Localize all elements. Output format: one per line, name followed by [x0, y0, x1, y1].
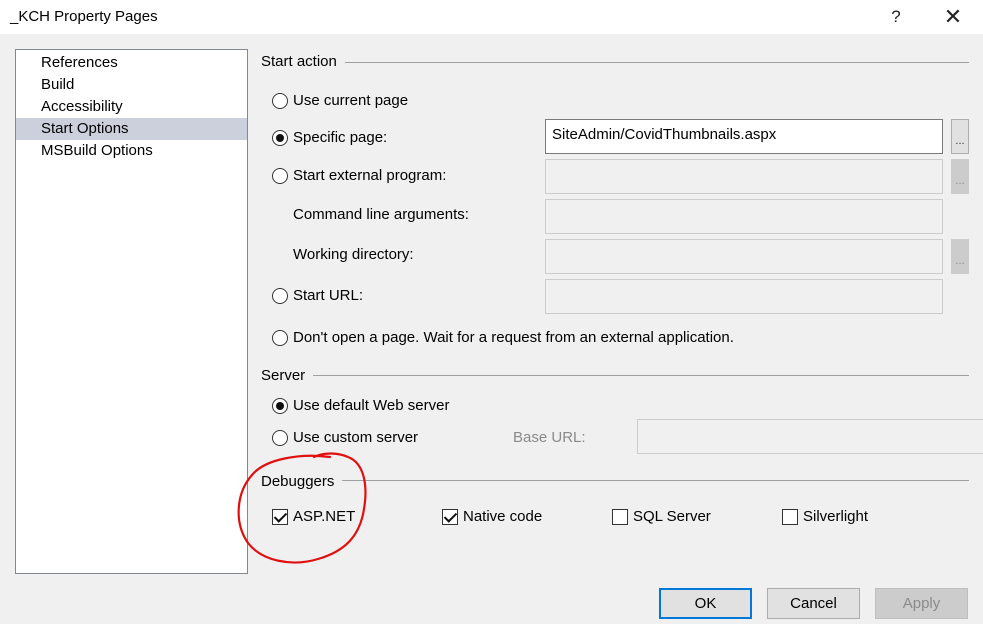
radio-circle[interactable]	[272, 167, 288, 184]
ok-button[interactable]: OK	[659, 588, 752, 619]
checkbox-label: Native code	[463, 508, 543, 525]
nav-item-build[interactable]: Build	[16, 74, 247, 96]
radio-label: Start URL:	[293, 287, 364, 304]
radio-start-external-program[interactable]: Start external program:	[272, 167, 446, 184]
nav-item-msbuild-options[interactable]: MSBuild Options	[16, 140, 247, 162]
start-action-divider	[340, 62, 969, 63]
specific-page-field[interactable]: SiteAdmin/CovidThumbnails.aspx	[545, 119, 943, 154]
checkbox-unchecked[interactable]	[612, 508, 628, 525]
base-url-field	[637, 419, 983, 454]
radio-label: Use current page	[293, 92, 409, 109]
apply-button: Apply	[875, 588, 968, 619]
checkbox-label: ASP.NET	[293, 508, 356, 525]
radio-label: Don't open a page. Wait for a request fr…	[293, 329, 734, 346]
nav-item-start-options[interactable]: Start Options	[16, 118, 247, 140]
category-list[interactable]: References Build Accessibility Start Opt…	[15, 49, 248, 574]
external-program-field	[545, 159, 943, 194]
radio-dont-open-page[interactable]: Don't open a page. Wait for a request fr…	[272, 329, 734, 346]
checkbox-label: SQL Server	[633, 508, 711, 525]
checkbox-label: Silverlight	[803, 508, 869, 525]
close-icon: ✕	[943, 4, 963, 29]
specific-page-browse-button[interactable]: ...	[951, 119, 969, 154]
radio-label: Specific page:	[293, 129, 388, 146]
radio-label: Start external program:	[293, 167, 447, 184]
radio-label: Use custom server	[293, 429, 419, 446]
close-button[interactable]: ✕	[930, 0, 976, 34]
radio-start-url[interactable]: Start URL:	[272, 287, 363, 304]
checkbox-checked[interactable]	[442, 508, 458, 525]
checkbox-silverlight[interactable]: Silverlight	[782, 508, 868, 525]
nav-item-accessibility[interactable]: Accessibility	[16, 96, 247, 118]
radio-circle-selected[interactable]	[272, 397, 288, 414]
radio-circle[interactable]	[272, 287, 288, 304]
radio-use-current-page[interactable]: Use current page	[272, 92, 408, 109]
radio-circle[interactable]	[272, 329, 288, 346]
debuggers-divider	[342, 480, 969, 481]
base-url-label: Base URL:	[513, 429, 586, 446]
checkbox-unchecked[interactable]	[782, 508, 798, 525]
radio-specific-page[interactable]: Specific page:	[272, 129, 387, 146]
external-program-browse-button: ...	[951, 159, 969, 194]
cancel-button[interactable]: Cancel	[767, 588, 860, 619]
working-directory-label: Working directory:	[293, 246, 414, 263]
checkbox-native-code[interactable]: Native code	[442, 508, 542, 525]
help-button[interactable]: ?	[873, 0, 919, 34]
radio-circle-selected[interactable]	[272, 129, 288, 146]
radio-use-default-web-server[interactable]: Use default Web server	[272, 397, 449, 414]
working-directory-browse-button: ...	[951, 239, 969, 274]
working-directory-field	[545, 239, 943, 274]
server-divider	[312, 375, 969, 376]
radio-use-custom-server[interactable]: Use custom server	[272, 429, 418, 446]
checkbox-checked[interactable]	[272, 508, 288, 525]
radio-circle[interactable]	[272, 92, 288, 109]
server-heading: Server	[261, 367, 314, 384]
radio-label: Use default Web server	[293, 397, 450, 414]
debuggers-heading: Debuggers	[261, 473, 343, 490]
start-action-heading: Start action	[261, 53, 345, 70]
radio-circle[interactable]	[272, 429, 288, 446]
window-title: _KCH Property Pages	[10, 8, 158, 25]
checkbox-sql-server[interactable]: SQL Server	[612, 508, 711, 525]
start-url-field	[545, 279, 943, 314]
command-line-arguments-label: Command line arguments:	[293, 206, 469, 223]
checkbox-asp-net[interactable]: ASP.NET	[272, 508, 355, 525]
command-line-arguments-field	[545, 199, 943, 234]
help-icon: ?	[891, 7, 901, 26]
nav-item-references[interactable]: References	[16, 52, 247, 74]
